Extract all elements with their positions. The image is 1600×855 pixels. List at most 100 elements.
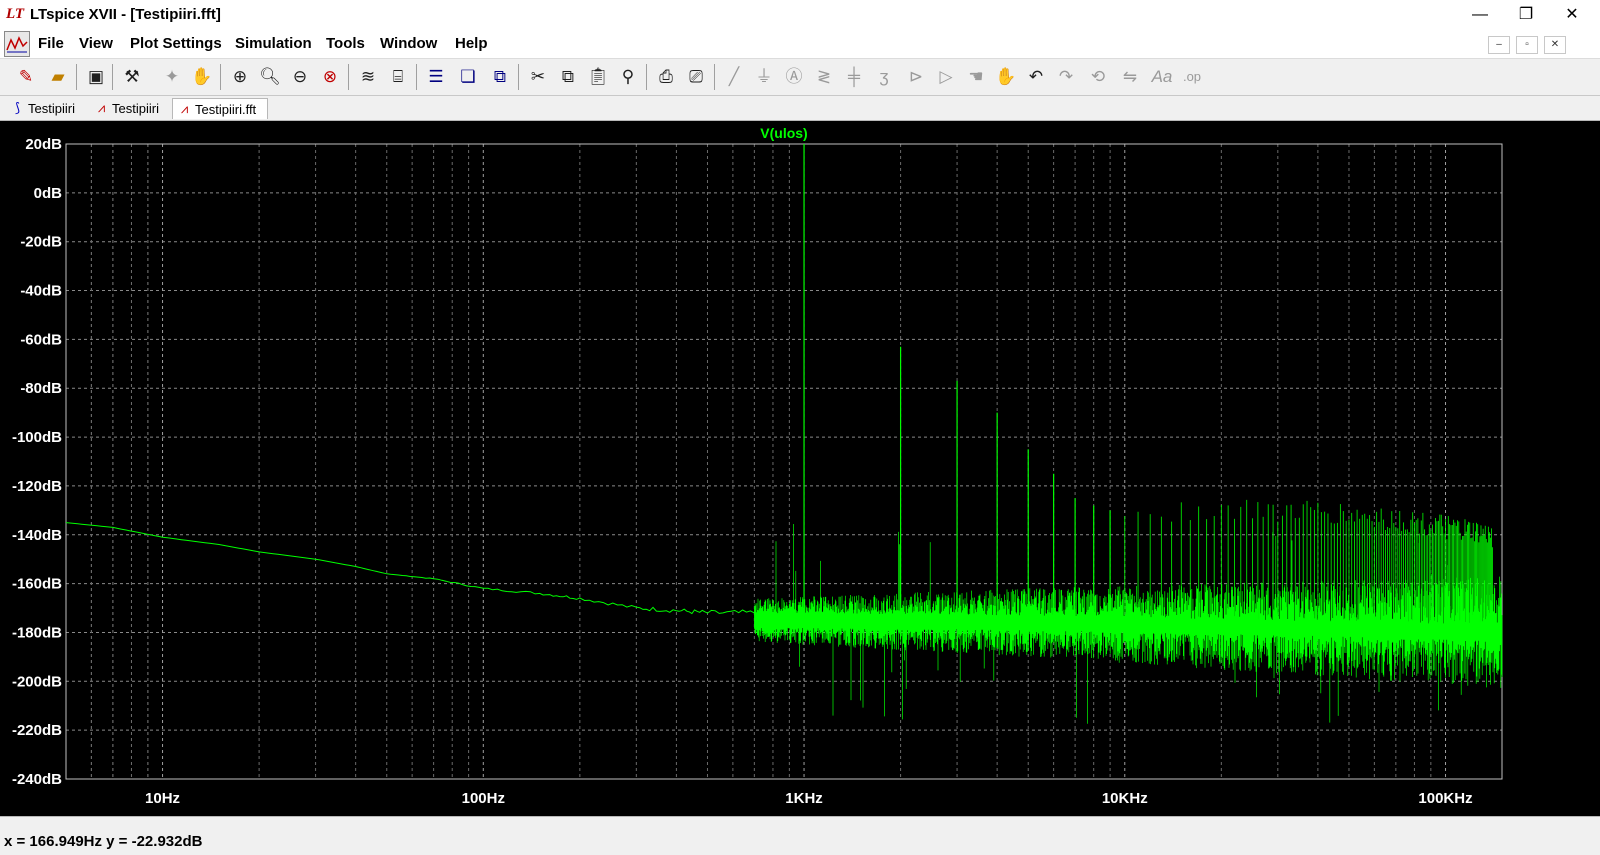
zoom-area-icon[interactable]: ⊕	[228, 65, 252, 89]
plot-frame	[65, 143, 1503, 780]
toolbar-separator	[646, 64, 647, 90]
rotate-icon[interactable]: ⟲	[1086, 65, 1110, 89]
ground-icon[interactable]: ⏚	[752, 65, 776, 89]
menu-window[interactable]: Window	[380, 35, 437, 52]
y-tick-label: -20dB	[20, 234, 62, 251]
schematic-icon: ⟆	[14, 100, 21, 115]
plot-grid	[65, 143, 1502, 780]
halt-icon[interactable]: ✋	[190, 65, 214, 89]
y-tick-label: -60dB	[20, 331, 62, 348]
redo-icon[interactable]: ↷	[1054, 65, 1078, 89]
y-tick-label: -240dB	[12, 771, 62, 788]
status-bar: x = 166.949Hz y = -22.932dB	[0, 816, 1600, 855]
wire-icon[interactable]: ╱	[722, 65, 746, 89]
y-tick-label: -180dB	[12, 624, 62, 641]
tab-label: Testipiiri	[112, 101, 159, 116]
menu-tools[interactable]: Tools	[326, 35, 365, 52]
save-icon[interactable]: ▣	[84, 65, 108, 89]
y-tick-label: -80dB	[20, 380, 62, 397]
minimize-button[interactable]: —	[1457, 0, 1503, 30]
mdi-minimize-button[interactable]: –	[1488, 36, 1510, 54]
new-schematic-icon[interactable]: ✎	[14, 65, 38, 89]
x-tick-label: 1KHz	[785, 790, 823, 807]
toolbar-separator	[714, 64, 715, 90]
mdi-restore-button[interactable]: ▫	[1516, 36, 1538, 54]
tab-testipiiri-fft[interactable]: ⩘ Testipiiri.fft	[172, 98, 268, 119]
toolbar-separator	[76, 64, 77, 90]
drag-icon[interactable]: ✋	[994, 65, 1018, 89]
toolbar-separator	[220, 64, 221, 90]
find-icon[interactable]: ⚲	[616, 65, 640, 89]
y-tick-label: -200dB	[12, 673, 62, 690]
label-icon[interactable]: Ⓐ	[782, 65, 806, 89]
y-tick-label: -140dB	[12, 527, 62, 544]
mirror-icon[interactable]: ⇋	[1118, 65, 1142, 89]
toolbar-separator	[348, 64, 349, 90]
tab-testipiiri-schematic[interactable]: ⟆ Testipiiri	[6, 98, 88, 119]
x-tick-label: 100KHz	[1418, 790, 1472, 807]
y-tick-label: -220dB	[12, 722, 62, 739]
inductor-icon[interactable]: ʒ	[872, 65, 896, 89]
tab-label: Testipiiri.fft	[195, 102, 257, 117]
x-tick-label: 10KHz	[1102, 790, 1148, 807]
toolbar-separator	[518, 64, 519, 90]
y-tick-label: -120dB	[12, 478, 62, 495]
y-tick-label: -100dB	[12, 429, 62, 446]
control-panel-icon[interactable]: ⚒	[120, 65, 144, 89]
x-tick-label: 100Hz	[462, 790, 505, 807]
run-icon[interactable]: ✦	[160, 65, 184, 89]
menu-help[interactable]: Help	[455, 35, 488, 52]
text-icon[interactable]: Aa	[1150, 65, 1174, 89]
diode-icon[interactable]: ⊳	[904, 65, 928, 89]
paste-icon[interactable]: 📋︎	[586, 65, 610, 89]
y-axis-tick-labels: 20dB 0dB -20dB -40dB -60dB -80dB -100dB -120dB -…	[12, 136, 62, 788]
waveform-icon: ⩘	[180, 101, 189, 116]
waveform-icon: ⩘	[97, 100, 106, 115]
cut-icon[interactable]: ✂	[526, 65, 550, 89]
y-tick-label: -160dB	[12, 576, 62, 593]
cursor-readout: x = 166.949Hz y = -22.932dB	[4, 833, 203, 850]
toolbar-separator	[416, 64, 417, 90]
y-tick-label: 0dB	[34, 185, 63, 202]
open-icon[interactable]: ▰	[46, 65, 70, 89]
menu-bar: File View Plot Settings Simulation Tools…	[0, 30, 1600, 59]
menu-view[interactable]: View	[79, 35, 113, 52]
tile-horizontal-icon[interactable]: ☰	[424, 65, 448, 89]
y-tick-label: -40dB	[20, 283, 62, 300]
title-bar: LT LTspice XVII - [Testipiiri.fft] — ❐ ✕	[0, 0, 1600, 30]
spice-directive-icon[interactable]: .op	[1180, 65, 1204, 89]
zoom-out-icon[interactable]: ⊖	[288, 65, 312, 89]
fft-chart[interactable]: 20dB 0dB -20dB -40dB -60dB -80dB -100dB -120dB -…	[0, 121, 1600, 816]
waveform-plot-pane[interactable]: 20dB 0dB -20dB -40dB -60dB -80dB -100dB -120dB -…	[0, 121, 1600, 816]
document-system-icon[interactable]	[4, 31, 30, 57]
tab-testipiiri-waveform[interactable]: ⩘ Testipiiri	[90, 98, 170, 119]
menu-simulation[interactable]: Simulation	[235, 35, 312, 52]
print-icon[interactable]: ⎙	[654, 65, 678, 89]
tab-label: Testipiiri	[28, 101, 75, 116]
cursor-icon[interactable]: ⌸	[386, 65, 410, 89]
undo-icon[interactable]: ↶	[1024, 65, 1048, 89]
cascade-icon[interactable]: ❏	[456, 65, 480, 89]
maximize-button[interactable]: ❐	[1503, 0, 1549, 30]
menu-plot-settings[interactable]: Plot Settings	[130, 35, 222, 52]
zoom-fit-icon[interactable]: ⊗	[318, 65, 342, 89]
copy-icon[interactable]: ⧉	[556, 65, 580, 89]
trace-label-v-ulos[interactable]: V(ulos)	[760, 125, 807, 141]
menu-file[interactable]: File	[38, 35, 64, 52]
capacitor-icon[interactable]: ╪	[842, 65, 866, 89]
x-axis-tick-labels: 10Hz 100Hz 1KHz 10KHz 100KHz	[145, 790, 1473, 807]
y-tick-label: 20dB	[25, 136, 62, 153]
move-icon[interactable]: ☚	[964, 65, 988, 89]
autorange-icon[interactable]: ≋	[356, 65, 380, 89]
resistor-icon[interactable]: ≷	[812, 65, 836, 89]
toolbar: ✎ ▰ ▣ ⚒ ✦ ✋ ⊕ 🔍︎ ⊖ ⊗ ≋ ⌸ ☰ ❏ ⧉ ✂ ⧉ 📋︎ ⚲ …	[0, 59, 1600, 96]
series-trace-v-ulos	[65, 522, 755, 615]
close-button[interactable]: ✕	[1549, 0, 1595, 30]
tile-vertical-icon[interactable]: ⧉	[488, 65, 512, 89]
window-title: LTspice XVII - [Testipiiri.fft]	[30, 6, 221, 23]
toolbar-separator	[112, 64, 113, 90]
print-setup-icon[interactable]: ⎚	[684, 65, 708, 89]
mdi-close-button[interactable]: ✕	[1544, 36, 1566, 54]
component-icon[interactable]: ▷	[934, 65, 958, 89]
zoom-in-icon[interactable]: 🔍︎	[258, 65, 282, 89]
